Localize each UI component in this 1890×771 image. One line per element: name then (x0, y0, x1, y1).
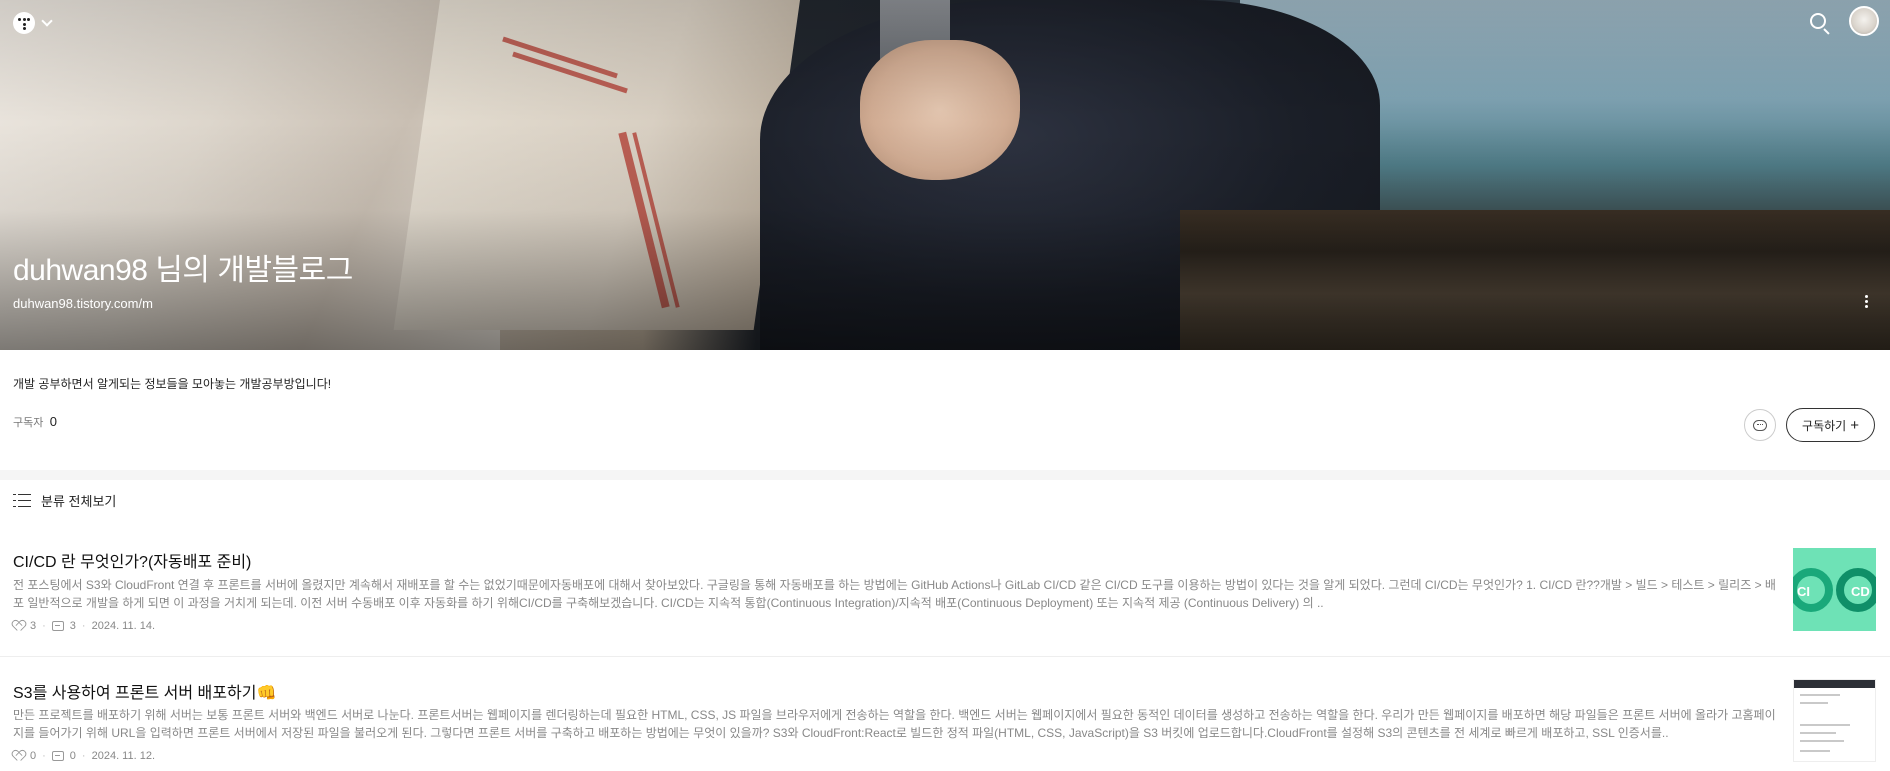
comment-count: 0 (69, 750, 76, 762)
category-label: 분류 전체보기 (41, 494, 117, 509)
post-title[interactable]: S3를 사용하여 프론트 서버 배포하기👊 (13, 679, 276, 703)
subscriber-label: 구독자 (13, 417, 44, 429)
post-thumbnail[interactable]: CI CD (1793, 548, 1876, 631)
fist-emoji: 👊 (256, 685, 277, 702)
chevron-down-icon (41, 15, 53, 27)
section-divider (0, 470, 1890, 480)
subscriber-number: 0 (49, 414, 57, 429)
search-icon[interactable] (1808, 11, 1832, 35)
post-separator (0, 656, 1890, 657)
blog-header-banner: duhwan98 님의 개발블로그 duhwan98.tistory.com/m (0, 0, 1890, 350)
heart-icon[interactable] (13, 621, 24, 631)
like-count: 3 (30, 620, 37, 632)
tistory-logo-icon (13, 12, 35, 34)
like-count: 0 (30, 750, 37, 762)
tistory-menu-button[interactable] (13, 12, 53, 34)
post-title[interactable]: CI/CD 란 무엇인가?(자동배포 준비) (13, 548, 251, 572)
blog-description: 개발 공부하면서 알게되는 정보들을 모아놓는 개발공부방입니다! (13, 377, 332, 391)
comment-icon (51, 621, 64, 631)
blog-url[interactable]: duhwan98.tistory.com/m (13, 296, 153, 311)
list-icon (13, 493, 32, 509)
plus-icon: + (1850, 416, 1859, 434)
post-date: 2024. 11. 12. (91, 750, 155, 762)
thumb-text-right: CD (1851, 584, 1870, 599)
post-excerpt: 전 포스팅에서 S3와 CloudFront 연결 후 프론트를 서버에 올렸지… (13, 578, 1776, 610)
post-date: 2024. 11. 14. (91, 620, 155, 632)
chat-bubble-icon (1753, 420, 1767, 431)
banner-shade (0, 0, 1890, 350)
category-all-link[interactable]: 분류 전체보기 (13, 491, 116, 510)
thumb-text-left: CI (1797, 584, 1810, 599)
subscriber-count: 구독자 0 (13, 414, 57, 430)
post-meta: 3 · 3 · 2024. 11. 14. (13, 620, 155, 632)
heart-icon[interactable] (13, 751, 24, 761)
post-title-text: S3를 사용하여 프론트 서버 배포하기 (13, 685, 257, 702)
post-meta: 0 · 0 · 2024. 11. 12. (13, 750, 155, 762)
subscribe-button[interactable]: 구독하기 + (1786, 408, 1875, 442)
comment-count: 3 (69, 620, 76, 632)
subscribe-label: 구독하기 (1802, 418, 1847, 433)
comment-icon (51, 751, 64, 761)
post-thumbnail[interactable] (1793, 679, 1876, 762)
chat-button[interactable] (1744, 409, 1776, 441)
blog-title: duhwan98 님의 개발블로그 (13, 254, 353, 287)
user-avatar[interactable] (1849, 6, 1879, 36)
more-vertical-icon[interactable] (1860, 293, 1872, 313)
post-excerpt: 만든 프로젝트를 배포하기 위해 서버는 보통 프론트 서버와 백엔드 서버로 … (13, 708, 1776, 740)
